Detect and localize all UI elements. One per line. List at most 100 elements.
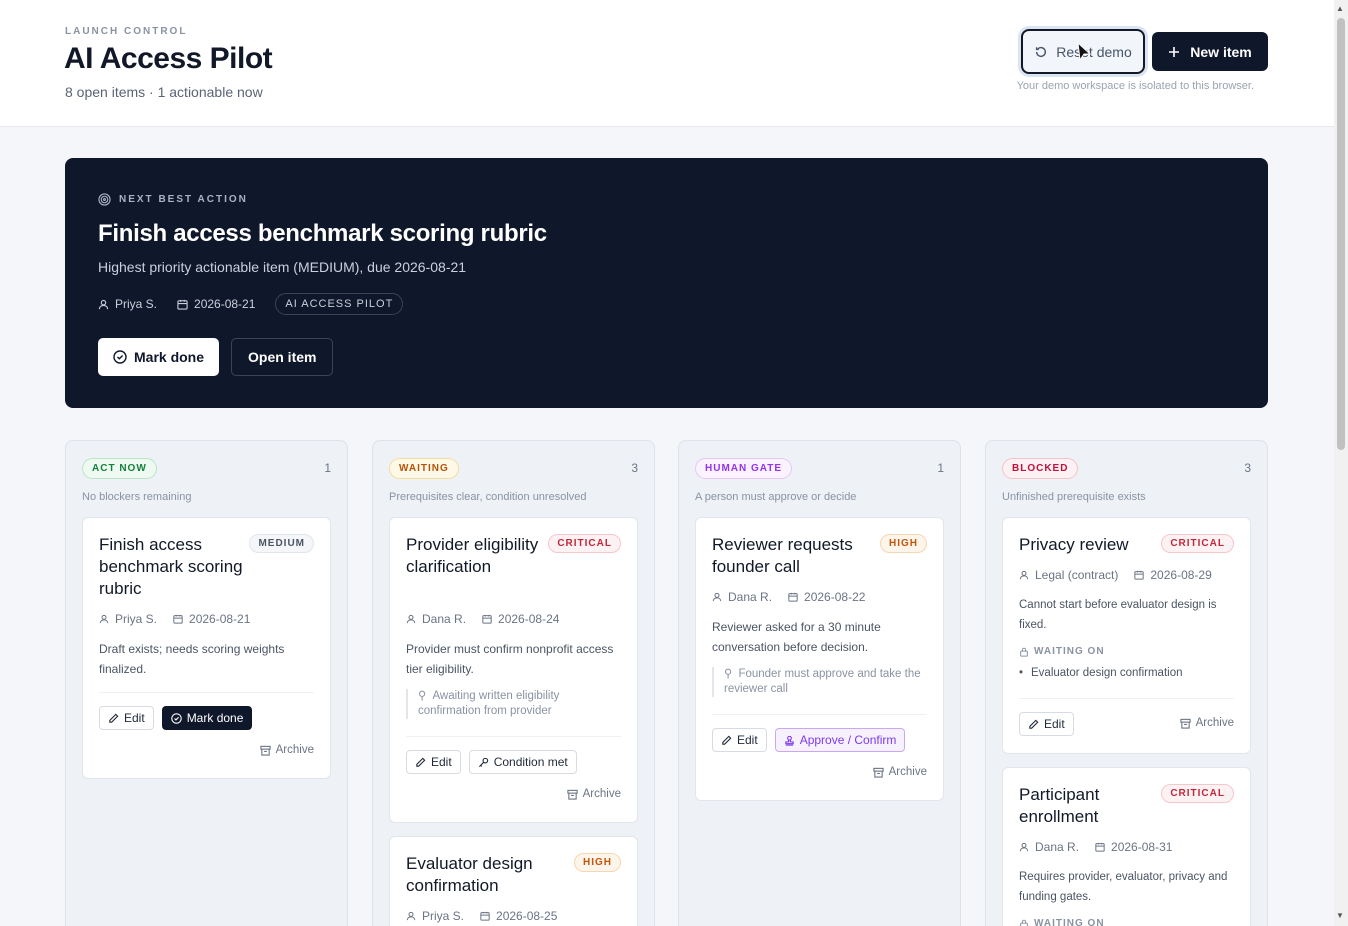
scroll-down-icon[interactable]: ▼	[1336, 911, 1344, 920]
condition-note-text: Founder must approve and take the review…	[724, 668, 921, 695]
card-actions: Edit Condition met	[406, 750, 577, 774]
edit-button[interactable]: Edit	[1019, 712, 1074, 736]
card-due: 2026-08-25	[480, 909, 557, 923]
condition-met-button[interactable]: Condition met	[468, 750, 577, 774]
hero-mark-done-button[interactable]: Mark done	[98, 338, 220, 376]
card-meta: Priya S. 2026-08-21	[99, 612, 250, 626]
priority-badge: CRITICAL	[548, 534, 621, 553]
priority-badge: HIGH	[880, 534, 927, 553]
card-owner: Dana R.	[712, 590, 772, 604]
calendar-icon	[177, 299, 188, 310]
archive-label: Archive	[275, 744, 314, 756]
priority-badge: HIGH	[574, 853, 621, 872]
card-owner: Priya S.	[99, 612, 157, 626]
column-description: No blockers remaining	[82, 491, 192, 503]
item-card[interactable]: Reviewer requests founder call HIGH Dana…	[695, 517, 944, 801]
edit-button[interactable]: Edit	[712, 728, 767, 752]
hero-eyebrow-label: NEXT BEST ACTION	[119, 194, 248, 205]
user-icon	[712, 592, 722, 602]
plus-icon	[1168, 46, 1180, 58]
item-card[interactable]: Provider eligibility clarification CRITI…	[389, 517, 638, 823]
edit-label: Edit	[431, 755, 452, 769]
hero-actions: Mark done Open item	[98, 338, 334, 376]
column-count: 1	[937, 461, 944, 475]
column-count: 1	[324, 461, 331, 475]
next-best-action-panel: NEXT BEST ACTION Finish access benchmark…	[65, 158, 1268, 408]
archive-button[interactable]: Archive	[1180, 717, 1234, 729]
card-description: Provider must confirm nonprofit access t…	[406, 642, 614, 676]
archive-label: Archive	[888, 766, 927, 778]
approve-confirm-button[interactable]: Approve / Confirm	[774, 728, 906, 752]
column-human-gate: HUMAN GATE 1 A person must approve or de…	[678, 440, 961, 926]
condition-note: ⚲ Founder must approve and take the revie…	[712, 667, 927, 697]
item-card[interactable]: Finish access benchmark scoring rubric M…	[82, 517, 331, 779]
card-due-date: 2026-08-25	[496, 909, 558, 923]
user-icon	[406, 911, 416, 921]
archive-button[interactable]: Archive	[873, 766, 927, 778]
card-description: Draft exists; needs scoring weights fina…	[99, 642, 285, 676]
item-card[interactable]: Participant enrollment CRITICAL Dana R. …	[1002, 767, 1251, 926]
card-meta: Legal (contract) 2026-08-29	[1019, 568, 1212, 582]
card-due-date: 2026-08-24	[498, 612, 560, 626]
edit-label: Edit	[1044, 717, 1065, 731]
key-icon: ⚲	[724, 668, 733, 680]
column-count: 3	[631, 461, 638, 475]
pencil-icon	[108, 713, 119, 724]
header-eyebrow: LAUNCH CONTROL	[65, 26, 188, 37]
card-owner-name: Dana R.	[728, 590, 773, 604]
lock-icon	[1019, 647, 1029, 657]
hero-due: 2026-08-21	[177, 297, 255, 311]
item-card[interactable]: Evaluator design confirmation HIGH Priya…	[389, 836, 638, 926]
hero-eyebrow: NEXT BEST ACTION	[98, 193, 248, 206]
open-item-label: Open item	[248, 349, 317, 365]
card-description: Requires provider, evaluator, privacy an…	[1019, 871, 1228, 903]
scroll-up-icon[interactable]: ▲	[1336, 4, 1344, 13]
archive-button[interactable]: Archive	[260, 744, 314, 756]
new-item-button[interactable]: New item	[1152, 32, 1268, 71]
user-icon	[99, 614, 109, 624]
pencil-icon	[721, 735, 732, 746]
new-item-label: New item	[1190, 43, 1252, 60]
card-meta: Dana R. 2026-08-24	[406, 612, 559, 626]
card-title: Finish access benchmark scoring rubric	[99, 535, 243, 598]
card-due-date: 2026-08-29	[1150, 568, 1212, 582]
lock-icon	[1019, 919, 1029, 926]
edit-button[interactable]: Edit	[406, 750, 461, 774]
archive-icon	[873, 767, 884, 778]
archive-icon	[260, 745, 271, 756]
vertical-scrollbar[interactable]: ▲ ▼	[1334, 0, 1348, 926]
card-divider	[712, 714, 927, 715]
project-tag: AI ACCESS PILOT	[275, 293, 404, 315]
card-title: Participant enrollment	[1019, 785, 1100, 826]
priority-badge: MEDIUM	[249, 534, 314, 553]
open-item-button[interactable]: Open item	[231, 338, 334, 376]
isolation-note: Your demo workspace is isolated to this …	[1016, 80, 1254, 92]
archive-button[interactable]: Archive	[567, 788, 621, 800]
card-due: 2026-08-22	[788, 590, 865, 604]
card-meta: Dana R. 2026-08-22	[712, 590, 865, 604]
card-divider	[99, 692, 314, 693]
key-icon	[478, 757, 489, 768]
card-owner-name: Dana R.	[422, 612, 467, 626]
card-due-date: 2026-08-31	[1111, 840, 1173, 854]
card-due-date: 2026-08-22	[804, 590, 866, 604]
waiting-on-label: WAITING ON	[1019, 646, 1105, 657]
hero-description: Highest priority actionable item (MEDIUM…	[98, 259, 467, 275]
scroll-thumb[interactable]	[1337, 18, 1345, 450]
calendar-icon	[482, 614, 492, 624]
edit-button[interactable]: Edit	[99, 706, 154, 730]
card-owner: Dana R.	[1019, 840, 1079, 854]
edit-label: Edit	[737, 733, 758, 747]
calendar-icon	[480, 911, 490, 921]
card-due: 2026-08-31	[1095, 840, 1172, 854]
hero-owner: Priya S.	[98, 297, 157, 311]
card-due: 2026-08-24	[482, 612, 559, 626]
priority-badge: CRITICAL	[1161, 784, 1234, 803]
card-due: 2026-08-29	[1134, 568, 1212, 582]
hero-owner-name: Priya S.	[115, 297, 158, 311]
archive-icon	[567, 789, 578, 800]
mark-done-button[interactable]: Mark done	[161, 706, 253, 730]
item-card[interactable]: Privacy review CRITICAL Legal (contract)…	[1002, 517, 1251, 754]
hero-mark-done-label: Mark done	[134, 349, 205, 365]
column-description: A person must approve or decide	[695, 491, 857, 503]
